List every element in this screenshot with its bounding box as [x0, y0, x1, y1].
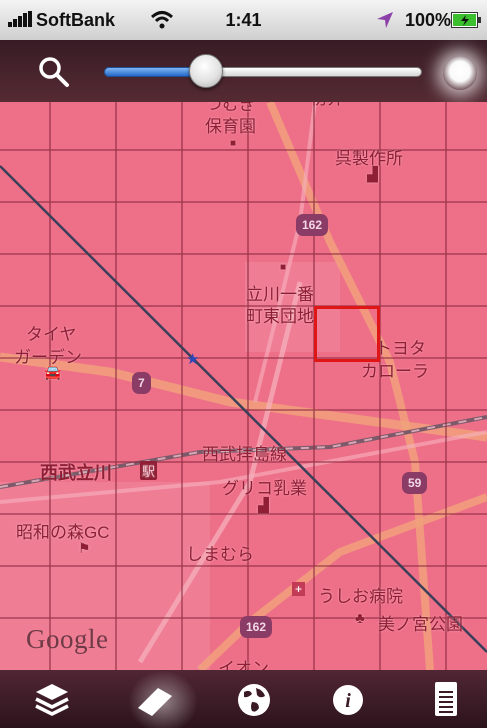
slider-thumb[interactable] [188, 54, 223, 88]
route-shield-59: 59 [402, 472, 428, 494]
route-shield-162-bottom: 162 [240, 616, 273, 638]
eraser-icon [138, 688, 172, 716]
info-icon: i [333, 685, 363, 715]
google-attribution: Google [26, 624, 109, 654]
poi-dot-icon: ■ [230, 138, 237, 149]
status-bar: SoftBank 1:41 100% [0, 0, 487, 40]
battery-icon [451, 12, 481, 28]
info-button[interactable]: i [326, 680, 370, 720]
document-icon [435, 682, 457, 716]
route-shield-7: 7 [132, 372, 151, 394]
battery-percent: 100% [405, 10, 452, 30]
map-label-hoikuen: 保育園 [205, 117, 256, 136]
document-button[interactable] [424, 680, 468, 720]
search-icon[interactable] [36, 54, 72, 90]
map-label-ushio-hospital: うしお病院 [318, 587, 403, 606]
route-shield-162-top: 162 [296, 214, 329, 236]
map-label-partial: 初芥 [310, 102, 344, 109]
map-label-taiya-1: タイヤ [26, 325, 77, 344]
map-toolbar [0, 40, 487, 102]
map-label-showa-gc: 昭和の森GC [16, 523, 110, 542]
zoom-slider[interactable] [104, 54, 422, 88]
selection-box[interactable] [314, 306, 380, 362]
svg-text:i: i [345, 690, 351, 712]
golf-flag-icon: ⚑ [78, 540, 91, 556]
factory-icon: ▟ [367, 166, 378, 182]
map-label-tachikawa-2: 町東団地 [246, 307, 314, 326]
park-tree-icon: ♣ [355, 610, 365, 627]
car-icon: 🚘 [44, 364, 62, 380]
station-icon: 駅 [140, 461, 158, 480]
eraser-button[interactable] [134, 680, 178, 720]
location-arrow-icon [377, 12, 393, 28]
map-base-layer [0, 102, 487, 670]
layers-button[interactable] [30, 680, 74, 720]
poi-dot-icon: ■ [280, 262, 287, 273]
bottom-toolbar: i [0, 670, 487, 728]
map-view[interactable]: つむぎ 初芥 保育園 呉製作所 立川一番 町東団地 タイヤ ガーデン トヨタ カ… [0, 102, 487, 670]
map-label-aeon-1: イオン [218, 659, 269, 670]
map-label-minonomiya-park: 美ノ宮公園 [378, 615, 463, 634]
star-marker-icon[interactable]: ★ [186, 350, 199, 368]
globe-button[interactable] [232, 680, 276, 720]
factory-icon: ▟ [258, 497, 269, 513]
map-label-seibu-line: 西武拝島線 [202, 445, 287, 464]
location-orb-button[interactable] [443, 56, 477, 90]
map-label-seibu-tachikawa: 西武立川 [40, 463, 112, 483]
map-label-toyota-1: トヨタ [375, 339, 426, 358]
layers-icon [35, 684, 69, 716]
hospital-icon: + [292, 582, 306, 596]
map-label-shimamura: しまむら [186, 545, 254, 564]
map-label-glico: グリコ乳業 [222, 479, 307, 498]
globe-icon [238, 684, 270, 716]
